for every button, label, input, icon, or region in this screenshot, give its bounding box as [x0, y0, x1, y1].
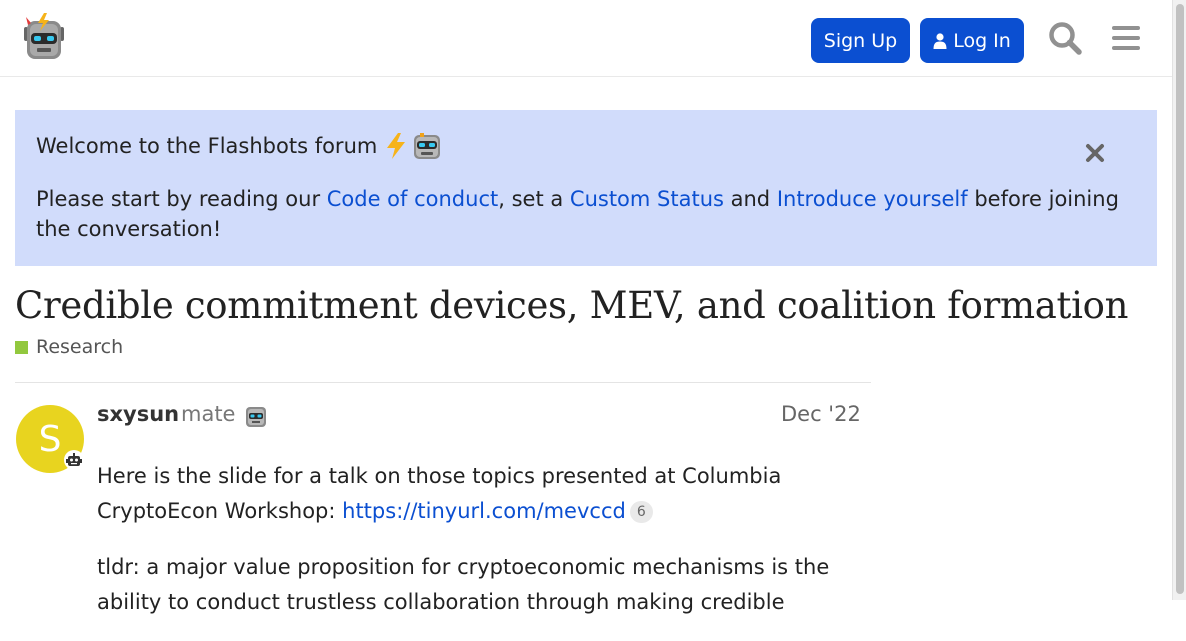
- welcome-banner: Welcome to the Flashbots forum Please st…: [15, 110, 1157, 266]
- scrollbar-thumb[interactable]: [1176, 4, 1184, 594]
- search-icon[interactable]: [1047, 20, 1083, 56]
- introduce-yourself-link[interactable]: Introduce yourself: [777, 187, 968, 211]
- hamburger-menu-icon[interactable]: [1110, 22, 1142, 54]
- banner-text: and: [723, 187, 777, 211]
- log-in-label: Log In: [953, 29, 1011, 52]
- flashbots-logo-icon[interactable]: [22, 13, 66, 61]
- category-label: Research: [36, 336, 124, 358]
- category-color-swatch: [15, 340, 28, 354]
- banner-text: , set a: [498, 187, 570, 211]
- post-username[interactable]: sxysun: [97, 402, 179, 426]
- robot-emoji-icon: [414, 133, 441, 159]
- custom-status-link[interactable]: Custom Status: [570, 187, 724, 211]
- topic-title[interactable]: Credible commitment devices, MEV, and co…: [15, 284, 1128, 327]
- sign-up-button[interactable]: Sign Up: [811, 18, 910, 63]
- link-click-count-badge: 6: [629, 501, 653, 523]
- banner-body: Please start by reading our Code of cond…: [36, 184, 1136, 244]
- avatar-letter: S: [38, 418, 62, 460]
- close-icon[interactable]: [1084, 142, 1106, 164]
- sign-up-label: Sign Up: [823, 29, 898, 52]
- code-of-conduct-link[interactable]: Code of conduct: [327, 187, 498, 211]
- log-in-button[interactable]: Log In: [920, 18, 1024, 63]
- post-paragraph: tldr: a major value proposition for cryp…: [97, 555, 830, 614]
- robot-flair-icon: [246, 407, 266, 427]
- banner-text: Please start by reading our: [36, 187, 327, 211]
- banner-title: Welcome to the Flashbots forum: [36, 134, 378, 158]
- category-badge[interactable]: Research: [15, 336, 123, 358]
- divider: [15, 382, 871, 383]
- post-user-title: mate: [181, 402, 236, 426]
- avatar-robot-badge-icon: [64, 450, 84, 470]
- lightning-bolt-icon: [387, 133, 406, 159]
- banner-title-row: Welcome to the Flashbots forum: [36, 132, 443, 160]
- page-scrollbar[interactable]: [1172, 0, 1186, 600]
- slides-link[interactable]: https://tinyurl.com/mevccd: [342, 499, 626, 523]
- post-paragraph: Here is the slide for a talk on those to…: [97, 459, 857, 529]
- user-icon: [933, 32, 947, 49]
- post-body: Here is the slide for a talk on those to…: [97, 459, 857, 641]
- post-date[interactable]: Dec '22: [781, 402, 861, 426]
- site-header: Sign Up Log In: [0, 0, 1172, 77]
